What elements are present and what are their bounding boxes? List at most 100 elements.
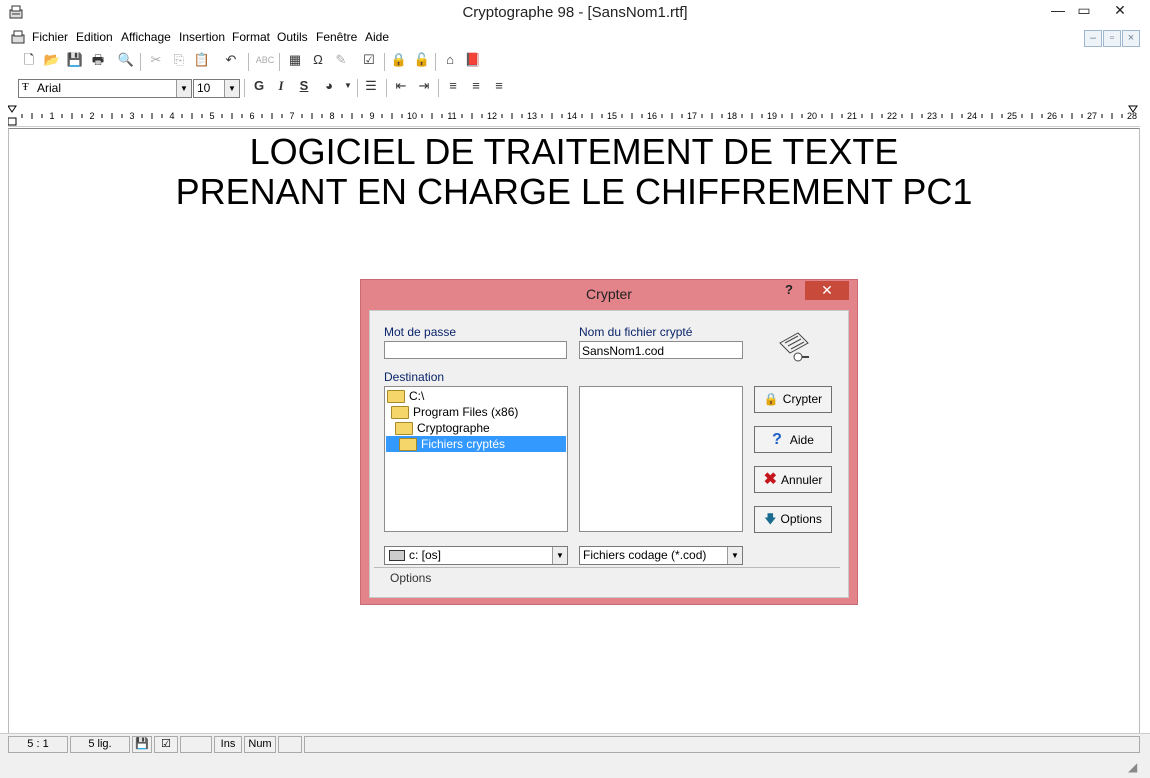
dialog-title: Crypter — [586, 286, 632, 302]
paste-icon[interactable]: 📋 — [191, 50, 213, 70]
chevron-down-icon[interactable]: ▼ — [337, 76, 359, 96]
ruler-number: 4 — [169, 111, 174, 121]
ruler-number: 26 — [1047, 111, 1057, 121]
menu-aide[interactable]: Aide — [365, 30, 389, 44]
underline-button[interactable]: S — [293, 76, 315, 96]
spellcheck-icon[interactable]: ABC — [254, 50, 276, 70]
dialog-close-button[interactable]: ✕ — [805, 281, 849, 300]
toolbar-separator — [357, 79, 358, 97]
chevron-down-icon[interactable]: ▼ — [552, 547, 567, 564]
annuler-button[interactable]: ✖ Annuler — [754, 466, 832, 493]
tree-item-program-files[interactable]: Program Files (x86) — [391, 404, 518, 420]
destination-tree[interactable]: C:\ Program Files (x86) Cryptographe Fic… — [384, 386, 568, 532]
tree-item-fichiers-cryptes[interactable]: Fichiers cryptés — [386, 436, 566, 452]
tree-item-c[interactable]: C:\ — [387, 388, 424, 404]
close-button[interactable]: ✕ — [1098, 0, 1142, 22]
align-right-icon[interactable]: ≡ — [488, 76, 510, 96]
minimize-button[interactable]: — — [1044, 0, 1072, 22]
dialog-client: Mot de passe Nom du fichier crypté SansN… — [369, 310, 849, 598]
ruler-number: 17 — [687, 111, 697, 121]
tree-item-cryptographe[interactable]: Cryptographe — [395, 420, 490, 436]
status-num: Num — [244, 736, 276, 753]
ruler-numbers: 1 2 3 4 5 6 7 8 9 10 11 12 13 14 15 16 17 18 19 20 21 22 23 24 2… — [21, 111, 1137, 121]
size-combo[interactable]: 10 ▼ — [193, 79, 240, 98]
font-combo[interactable]: Ŧ Arial ▼ — [18, 79, 192, 98]
date-icon[interactable]: ▦ — [284, 50, 306, 70]
window-title: Cryptographe 98 - [SansNom1.rtf] — [462, 4, 688, 21]
outdent-icon[interactable]: ⇤ — [390, 76, 412, 96]
indent-icon[interactable]: ⇥ — [413, 76, 435, 96]
crypt-keyboard-icon — [779, 332, 809, 362]
pen-icon[interactable]: ✎ — [330, 50, 352, 70]
drive-combo[interactable]: c: [os] ▼ — [384, 546, 568, 565]
undo-icon[interactable]: ↶ — [220, 50, 242, 70]
menu-edition[interactable]: Edition — [76, 30, 113, 44]
resize-grip-icon[interactable]: ◢ — [1128, 760, 1137, 774]
menu-fenetre[interactable]: Fenêtre — [316, 30, 357, 44]
save-icon[interactable]: 💾 — [64, 50, 86, 70]
menu-outils[interactable]: Outils — [277, 30, 308, 44]
decrypt-icon[interactable]: 🔓 — [411, 50, 433, 70]
font-value: Arial — [37, 81, 62, 95]
cut-icon[interactable]: ✂ — [145, 50, 167, 70]
crypter-dialog: Crypter ? ✕ Mot de passe Nom du fichier … — [360, 279, 858, 605]
aide-button[interactable]: ? Aide — [754, 426, 832, 453]
ruler-number: 3 — [129, 111, 134, 121]
ruler[interactable]: 1 2 3 4 5 6 7 8 9 10 11 12 13 14 15 16 17 18 19 20 21 22 23 24 2… — [8, 104, 1140, 127]
symbol-icon[interactable]: Ω — [307, 50, 329, 70]
copy-icon[interactable]: ⎘ — [168, 50, 190, 70]
options-button[interactable]: 🡇 Options — [754, 506, 832, 533]
filetype-combo[interactable]: Fichiers codage (*.cod) ▼ — [579, 546, 743, 565]
italic-button[interactable]: I — [270, 76, 292, 96]
encrypt-icon[interactable]: 🔒 — [388, 50, 410, 70]
crypter-button[interactable]: 🔒 Crypter — [754, 386, 832, 413]
home-icon[interactable]: ⌂ — [439, 50, 461, 70]
mdi-close-button[interactable]: × — [1122, 30, 1140, 47]
ruler-number: 9 — [369, 111, 374, 121]
chevron-down-icon[interactable]: ▼ — [727, 547, 742, 564]
ruler-number: 18 — [727, 111, 737, 121]
open-icon[interactable]: 📂 — [41, 50, 63, 70]
mdi-minimize-button[interactable]: – — [1084, 30, 1102, 47]
find-icon[interactable]: 🔍 — [115, 50, 137, 70]
status-bar: 5 : 1 5 lig. 💾 ☑ Ins Num — [0, 733, 1150, 754]
print-icon[interactable]: 🖶 — [87, 50, 109, 70]
menu-insertion[interactable]: Insertion — [179, 30, 225, 44]
chevron-down-icon[interactable]: ▼ — [224, 80, 239, 97]
save-status-icon: 💾 — [132, 736, 152, 753]
maximize-button[interactable]: ▭ — [1070, 0, 1098, 22]
align-center-icon[interactable]: ≡ — [465, 76, 487, 96]
menu-format[interactable]: Format — [232, 30, 270, 44]
document-line-2: PRENANT EN CHARGE LE CHIFFREMENT PC1 — [175, 171, 973, 212]
ruler-number: 24 — [967, 111, 977, 121]
check-icon[interactable]: ☑ — [358, 50, 380, 70]
document-icon[interactable] — [10, 29, 26, 45]
password-input[interactable] — [384, 341, 567, 359]
chevron-down-icon[interactable]: ▼ — [176, 80, 191, 97]
new-icon[interactable]: 🗋 — [18, 50, 40, 70]
bottom-bar: ◢ — [0, 754, 1150, 778]
toolbar-separator — [248, 53, 249, 71]
bullets-icon[interactable]: ☰ — [360, 76, 382, 96]
help-button[interactable]: ? — [785, 282, 793, 297]
status-ins: Ins — [214, 736, 242, 753]
lock-icon: 🔒 — [763, 392, 779, 406]
open-folder-icon — [391, 406, 409, 420]
ruler-number: 22 — [887, 111, 897, 121]
file-list[interactable] — [579, 386, 743, 532]
menu-affichage[interactable]: Affichage — [121, 30, 171, 44]
filename-input[interactable]: SansNom1.cod — [579, 341, 743, 359]
mdi-restore-button[interactable]: ▫ — [1103, 30, 1121, 47]
bold-button[interactable]: G — [248, 76, 270, 96]
question-icon: ? — [772, 431, 782, 448]
ruler-number: 13 — [527, 111, 537, 121]
toolbar-separator — [386, 79, 387, 97]
ruler-number: 23 — [927, 111, 937, 121]
ruler-number: 12 — [487, 111, 497, 121]
toolbar-separator — [140, 53, 141, 71]
align-left-icon[interactable]: ≡ — [442, 76, 464, 96]
document-line-1: LOGICIEL DE TRAITEMENT DE TEXTE — [249, 131, 899, 172]
book-icon[interactable]: 📕 — [462, 50, 484, 70]
ruler-number: 11 — [447, 111, 456, 121]
menu-fichier[interactable]: Fichier — [32, 30, 68, 44]
